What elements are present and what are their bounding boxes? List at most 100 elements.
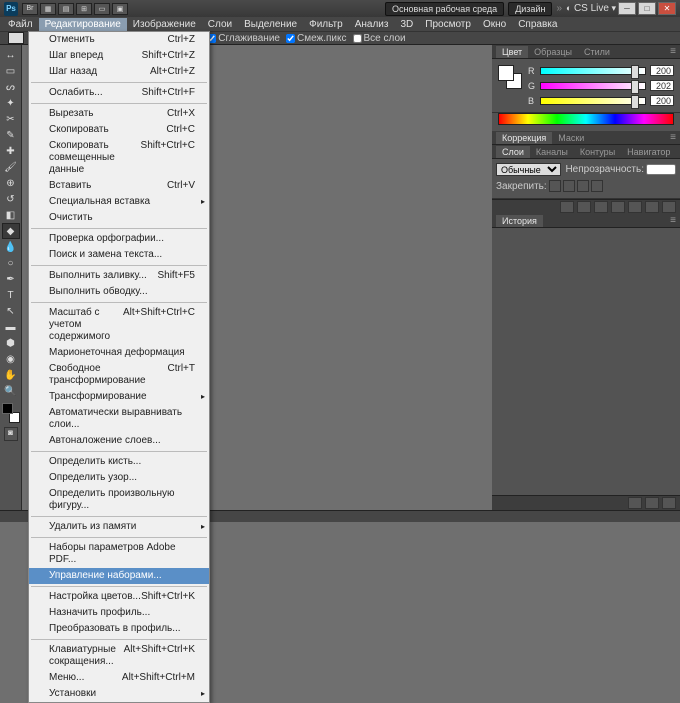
eyedropper-tool[interactable]: ✎ bbox=[2, 127, 20, 143]
history-brush-tool[interactable]: ↺ bbox=[2, 191, 20, 207]
menu-item[interactable]: Клавиатурные сокращения...Alt+Shift+Ctrl… bbox=[29, 642, 209, 670]
type-tool[interactable]: T bbox=[2, 287, 20, 303]
menu-item[interactable]: Определить произвольную фигуру... bbox=[29, 486, 209, 514]
menu-filter[interactable]: Фильтр bbox=[303, 18, 349, 31]
blur-tool[interactable]: 💧 bbox=[2, 239, 20, 255]
bucket-tool[interactable]: ◆ bbox=[2, 223, 20, 239]
menu-window[interactable]: Окно bbox=[477, 18, 512, 31]
path-tool[interactable]: ↖ bbox=[2, 303, 20, 319]
menu-item[interactable]: Преобразовать в профиль... bbox=[29, 621, 209, 637]
lock-pixels-icon[interactable] bbox=[563, 180, 575, 192]
heal-tool[interactable]: ✚ bbox=[2, 143, 20, 159]
menu-item[interactable]: Шаг назадAlt+Ctrl+Z bbox=[29, 64, 209, 80]
window-close[interactable]: ✕ bbox=[658, 2, 676, 15]
workspace-pill[interactable]: Основная рабочая среда bbox=[385, 2, 504, 16]
menu-item[interactable]: Меню...Alt+Shift+Ctrl+M bbox=[29, 670, 209, 686]
fx-icon[interactable] bbox=[577, 201, 591, 213]
mask-icon[interactable] bbox=[594, 201, 608, 213]
color-swatch[interactable] bbox=[498, 65, 522, 89]
lock-all-icon[interactable] bbox=[591, 180, 603, 192]
tab-navigator[interactable]: Навигатор bbox=[621, 146, 676, 158]
wand-tool[interactable]: ✦ bbox=[2, 95, 20, 111]
tool-preset[interactable] bbox=[8, 32, 24, 44]
shape-tool[interactable]: ▬ bbox=[2, 319, 20, 335]
panel-menu-icon[interactable]: ≡ bbox=[666, 215, 680, 226]
snapshot-icon[interactable] bbox=[645, 497, 659, 509]
menu-layer[interactable]: Слои bbox=[202, 18, 238, 31]
lasso-tool[interactable]: ᔕ bbox=[2, 79, 20, 95]
tab-color[interactable]: Цвет bbox=[496, 46, 528, 58]
viewextras-icon[interactable]: ▤ bbox=[58, 3, 74, 15]
tab-histogram[interactable]: Гистограмма bbox=[676, 146, 680, 158]
new-layer-icon[interactable] bbox=[645, 201, 659, 213]
panel-menu-icon[interactable]: ≡ bbox=[666, 46, 680, 57]
window-maximize[interactable]: □ bbox=[638, 2, 656, 15]
hand-tool[interactable]: ✋ bbox=[2, 367, 20, 383]
bridge-icon[interactable]: Br bbox=[22, 3, 38, 15]
alllayers-check[interactable]: Все слои bbox=[353, 33, 406, 44]
link-icon[interactable] bbox=[560, 201, 574, 213]
trash-icon[interactable] bbox=[662, 497, 676, 509]
tab-masks[interactable]: Маски bbox=[552, 132, 590, 144]
cslive-label[interactable]: ◐ CS Live ▾ bbox=[566, 3, 616, 14]
tab-swatches[interactable]: Образцы bbox=[528, 46, 578, 58]
move-tool[interactable]: ↔ bbox=[2, 47, 20, 63]
r-slider[interactable] bbox=[540, 67, 646, 75]
menu-analysis[interactable]: Анализ bbox=[349, 18, 395, 31]
menu-edit[interactable]: Редактирование bbox=[39, 18, 127, 31]
group-icon[interactable] bbox=[628, 201, 642, 213]
tab-paths[interactable]: Контуры bbox=[574, 146, 621, 158]
zoom-icon[interactable]: ⊞ bbox=[76, 3, 92, 15]
menu-item[interactable]: Автоматически выравнивать слои... bbox=[29, 405, 209, 433]
stamp-tool[interactable]: ⊕ bbox=[2, 175, 20, 191]
fg-bg-colors[interactable] bbox=[2, 403, 20, 423]
3d-tool[interactable]: ⬢ bbox=[2, 335, 20, 351]
menu-item[interactable]: СкопироватьCtrl+C bbox=[29, 122, 209, 138]
menu-image[interactable]: Изображение bbox=[127, 18, 202, 31]
menu-item[interactable]: Шаг впередShift+Ctrl+Z bbox=[29, 48, 209, 64]
menu-item[interactable]: Удалить из памяти bbox=[29, 519, 209, 535]
tab-channels[interactable]: Каналы bbox=[530, 146, 574, 158]
menu-item[interactable]: Определить кисть... bbox=[29, 454, 209, 470]
menu-item[interactable]: Специальная вставка bbox=[29, 194, 209, 210]
menu-item[interactable]: Управление наборами... bbox=[29, 568, 209, 584]
window-minimize[interactable]: ─ bbox=[618, 2, 636, 15]
marquee-tool[interactable]: ▭ bbox=[2, 63, 20, 79]
menu-item[interactable]: Очистить bbox=[29, 210, 209, 226]
menu-item[interactable]: Выполнить обводку... bbox=[29, 284, 209, 300]
menu-item[interactable]: Трансформирование bbox=[29, 389, 209, 405]
blend-mode-select[interactable]: Обычные bbox=[496, 163, 561, 176]
contiguous-check[interactable]: Смеж.пикс bbox=[286, 33, 347, 44]
menu-item[interactable]: Настройка цветов...Shift+Ctrl+K bbox=[29, 589, 209, 605]
antialias-check[interactable]: Сглаживание bbox=[207, 33, 280, 44]
menu-item[interactable]: Автоналожение слоев... bbox=[29, 433, 209, 449]
layer-opacity-input[interactable] bbox=[646, 164, 676, 175]
quickmask-toggle[interactable]: ◙ bbox=[4, 427, 18, 441]
menu-item[interactable]: Выполнить заливку...Shift+F5 bbox=[29, 268, 209, 284]
tab-adjustments[interactable]: Коррекция bbox=[496, 132, 552, 144]
tab-layers[interactable]: Слои bbox=[496, 146, 530, 158]
arrange-icon[interactable]: ▭ bbox=[94, 3, 110, 15]
menu-item[interactable]: Определить узор... bbox=[29, 470, 209, 486]
menu-item[interactable]: Установки bbox=[29, 686, 209, 702]
minibridge-icon[interactable]: ▦ bbox=[40, 3, 56, 15]
menu-select[interactable]: Выделение bbox=[238, 18, 303, 31]
zoom-tool[interactable]: 🔍 bbox=[2, 383, 20, 399]
menu-item[interactable]: Назначить профиль... bbox=[29, 605, 209, 621]
lock-trans-icon[interactable] bbox=[549, 180, 561, 192]
menu-item[interactable]: Проверка орфографии... bbox=[29, 231, 209, 247]
screenmode-icon[interactable]: ▣ bbox=[112, 3, 128, 15]
tab-history[interactable]: История bbox=[496, 215, 543, 227]
3dcam-tool[interactable]: ◉ bbox=[2, 351, 20, 367]
tab-styles[interactable]: Стили bbox=[578, 46, 616, 58]
r-value[interactable]: 200 bbox=[650, 65, 674, 76]
menu-file[interactable]: Файл bbox=[2, 18, 39, 31]
lock-pos-icon[interactable] bbox=[577, 180, 589, 192]
menu-help[interactable]: Справка bbox=[512, 18, 563, 31]
trash-icon[interactable] bbox=[662, 201, 676, 213]
menu-item[interactable]: Свободное трансформированиеCtrl+T bbox=[29, 361, 209, 389]
dodge-tool[interactable]: ○ bbox=[2, 255, 20, 271]
g-slider[interactable] bbox=[540, 82, 646, 90]
design-pill[interactable]: Дизайн bbox=[508, 2, 552, 16]
crop-tool[interactable]: ✂ bbox=[2, 111, 20, 127]
